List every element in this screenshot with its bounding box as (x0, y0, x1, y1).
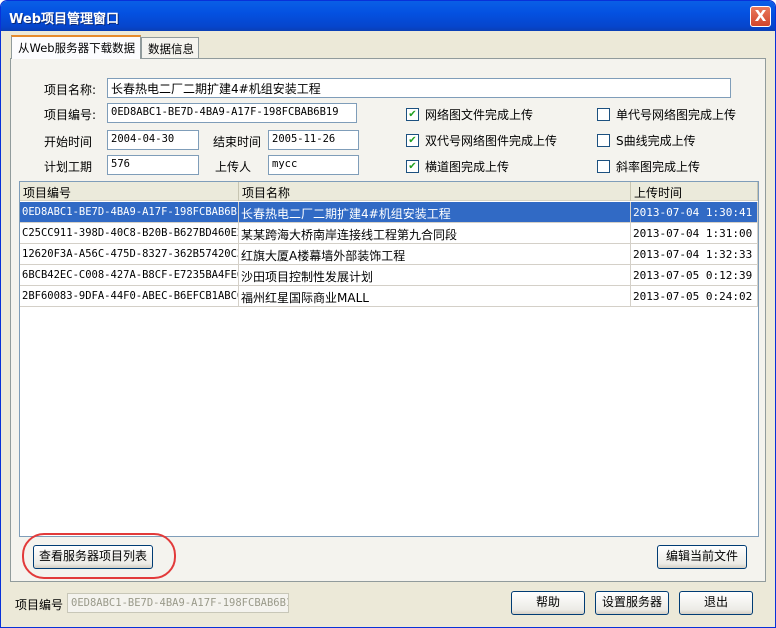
end-time-label: 结束时间 (213, 135, 262, 149)
checkbox-label: S曲线完成上传 (616, 134, 696, 148)
checkbox-label: 网络图文件完成上传 (425, 108, 534, 122)
cell-name: 长春热电二厂二期扩建4#机组安装工程 (239, 202, 631, 223)
checkbox-s-curve[interactable]: S曲线完成上传 (597, 132, 696, 149)
checkbox-label: 斜率图完成上传 (616, 160, 701, 174)
cell-id: 6BCB42EC-C008-427A-B8CF-E7235BA4FE6D (20, 265, 239, 286)
project-name-field[interactable]: 长春热电二厂二期扩建4#机组安装工程 (107, 78, 731, 98)
checkbox-gantt[interactable]: ✔ 横道图完成上传 (406, 158, 509, 175)
project-list-table[interactable]: 项目编号 项目名称 上传时间 0ED8ABC1-BE7D-4BA9-A17F-1… (19, 181, 759, 537)
tab-panel: 项目名称: 长春热电二厂二期扩建4#机组安装工程 项目编号: 0ED8ABC1-… (10, 58, 766, 582)
project-id-label: 项目编号: (44, 108, 97, 122)
column-header-time[interactable]: 上传时间 (631, 182, 758, 201)
window-title: Web项目管理窗口 (9, 12, 119, 27)
check-icon: ✔ (406, 160, 419, 173)
cell-time: 2013-07-05 0:12:39 (631, 265, 758, 286)
plan-duration-label: 计划工期 (44, 160, 93, 174)
cell-name: 红旗大厦A楼幕墙外部装饰工程 (239, 244, 631, 265)
close-icon: X (754, 7, 767, 25)
uploader-label: 上传人 (215, 160, 252, 174)
plan-duration-field[interactable]: 576 (107, 155, 199, 175)
footer-id-field: 0ED8ABC1-BE7D-4BA9-A17F-198FCBAB6B19 (67, 593, 289, 613)
tab-download[interactable]: 从Web服务器下载数据 (11, 35, 141, 59)
footer-id-label: 项目编号 (15, 598, 64, 612)
checkbox-slope[interactable]: 斜率图完成上传 (597, 158, 700, 175)
table-row[interactable]: 0ED8ABC1-BE7D-4BA9-A17F-198FCBAB6B19 长春热… (20, 202, 758, 223)
project-id-field[interactable]: 0ED8ABC1-BE7D-4BA9-A17F-198FCBAB6B19 (107, 103, 357, 123)
cell-time: 2013-07-05 0:24:02 (631, 286, 758, 307)
cell-id: 12620F3A-A56C-475D-8327-362B57420C37 (20, 244, 239, 265)
checkbox-double-code[interactable]: ✔ 双代号网络图件完成上传 (406, 132, 557, 149)
close-button[interactable]: X (750, 6, 771, 27)
view-server-list-button[interactable]: 查看服务器项目列表 (33, 545, 153, 569)
exit-button[interactable]: 退出 (679, 591, 753, 615)
project-name-label: 项目名称: (44, 83, 97, 97)
checkbox-label: 单代号网络图完成上传 (616, 108, 737, 122)
cell-name: 沙田项目控制性发展计划 (239, 265, 631, 286)
end-time-field[interactable]: 2005-11-26 (268, 130, 359, 150)
check-icon: ✔ (406, 108, 419, 121)
cell-id: 2BF60083-9DFA-44F0-ABEC-B6EFCB1ABC00 (20, 286, 239, 307)
server-settings-button[interactable]: 设置服务器 (595, 591, 669, 615)
title-bar[interactable]: Web项目管理窗口 X (1, 1, 775, 31)
start-time-field[interactable]: 2004-04-30 (107, 130, 199, 150)
tab-data-info[interactable]: 数据信息 (141, 37, 199, 59)
app-window: Web项目管理窗口 X 从Web服务器下载数据 数据信息 项目名称: 长春热电二… (0, 0, 776, 628)
edit-current-file-button[interactable]: 编辑当前文件 (657, 545, 747, 569)
check-icon (597, 134, 610, 147)
table-row[interactable]: C25CC911-398D-40C8-B20B-B627BD460E2F 某某跨… (20, 223, 758, 244)
checkbox-single-code[interactable]: 单代号网络图完成上传 (597, 106, 736, 123)
checkbox-label: 横道图完成上传 (425, 160, 510, 174)
cell-id: 0ED8ABC1-BE7D-4BA9-A17F-198FCBAB6B19 (20, 202, 239, 223)
cell-time: 2013-07-04 1:30:41 (631, 202, 758, 223)
column-header-id[interactable]: 项目编号 (20, 182, 239, 201)
check-icon (597, 108, 610, 121)
table-row[interactable]: 2BF60083-9DFA-44F0-ABEC-B6EFCB1ABC00 福州红… (20, 286, 758, 307)
start-time-label: 开始时间 (44, 135, 93, 149)
checkbox-network-file[interactable]: ✔ 网络图文件完成上传 (406, 106, 533, 123)
check-icon: ✔ (406, 134, 419, 147)
cell-time: 2013-07-04 1:32:33 (631, 244, 758, 265)
table-header: 项目编号 项目名称 上传时间 (20, 182, 758, 201)
check-icon (597, 160, 610, 173)
cell-name: 福州红星国际商业MALL (239, 286, 631, 307)
cell-time: 2013-07-04 1:31:00 (631, 223, 758, 244)
column-header-name[interactable]: 项目名称 (239, 182, 631, 201)
table-row[interactable]: 12620F3A-A56C-475D-8327-362B57420C37 红旗大… (20, 244, 758, 265)
uploader-field[interactable]: mycc (268, 155, 359, 175)
table-row[interactable]: 6BCB42EC-C008-427A-B8CF-E7235BA4FE6D 沙田项… (20, 265, 758, 286)
checkbox-label: 双代号网络图件完成上传 (425, 134, 558, 148)
help-button[interactable]: 帮助 (511, 591, 585, 615)
cell-name: 某某跨海大桥南岸连接线工程第九合同段 (239, 223, 631, 244)
cell-id: C25CC911-398D-40C8-B20B-B627BD460E2F (20, 223, 239, 244)
